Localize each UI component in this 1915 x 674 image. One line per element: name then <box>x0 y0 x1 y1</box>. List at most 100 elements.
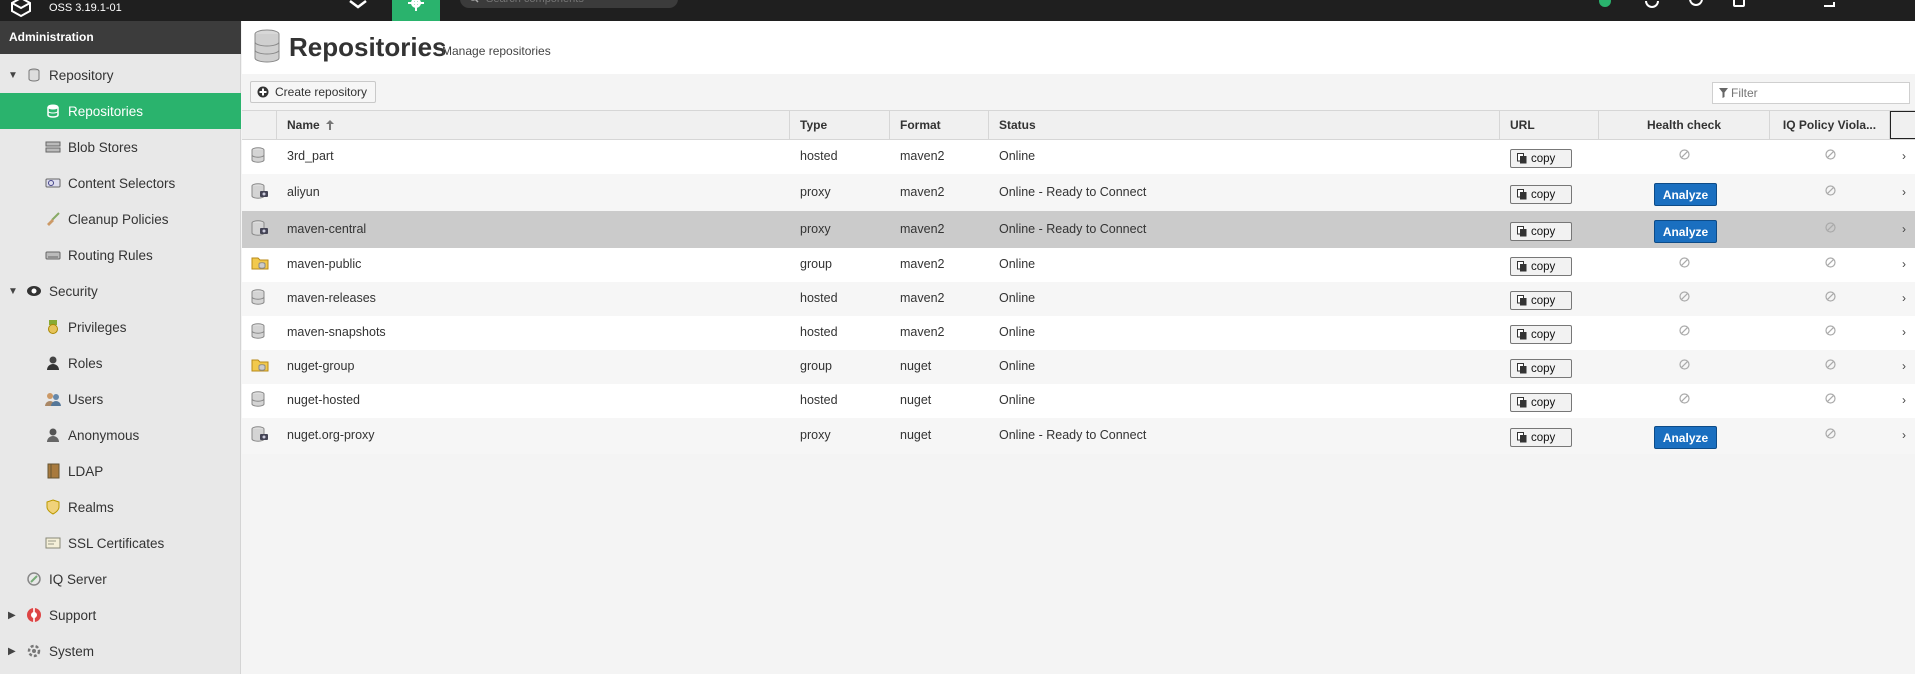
chevron-right-icon[interactable]: › <box>1902 222 1906 236</box>
filter-box[interactable] <box>1712 82 1910 104</box>
sidebar-item-label: Blob Stores <box>68 139 138 155</box>
global-search[interactable] <box>460 0 678 8</box>
header-status[interactable]: Status <box>989 111 1500 140</box>
header-name-label: Name <box>287 118 320 132</box>
users-icon <box>45 391 61 407</box>
table-row[interactable]: maven-releases hosted maven2 Online copy › <box>242 282 1915 316</box>
chevron-right-icon[interactable]: › <box>1902 149 1906 163</box>
copy-icon <box>1517 295 1527 306</box>
copy-url-button[interactable]: copy <box>1510 393 1572 412</box>
caret-down-icon: ▼ <box>8 285 18 297</box>
table-row[interactable]: maven-snapshots hosted maven2 Online copy › <box>242 316 1915 350</box>
header-type[interactable]: Type <box>790 111 890 140</box>
sidebar-group-system[interactable]: ▶ System <box>0 633 241 669</box>
chevron-right-icon[interactable]: › <box>1902 185 1906 199</box>
chevron-right-icon[interactable]: › <box>1902 291 1906 305</box>
header-name[interactable]: Name <box>277 111 790 140</box>
analyze-button[interactable]: Analyze <box>1654 426 1717 449</box>
cell-type: hosted <box>800 325 838 339</box>
nexus-logo-icon[interactable] <box>10 0 32 18</box>
header-health-check[interactable]: Health check <box>1599 111 1770 140</box>
cell-type: proxy <box>800 185 831 199</box>
copy-url-button[interactable]: copy <box>1510 325 1572 344</box>
gear-icon <box>408 0 424 11</box>
sidebar-item-ldap[interactable]: LDAP <box>0 453 241 489</box>
filter-input[interactable] <box>1731 85 1906 101</box>
help-icon[interactable] <box>1688 0 1704 8</box>
sidebar-group-security[interactable]: ▼ Security <box>0 273 241 309</box>
status-ok-icon[interactable] <box>1598 0 1612 8</box>
copy-url-button[interactable]: copy <box>1510 149 1572 168</box>
cog-icon <box>26 643 42 659</box>
cell-name: nuget.org-proxy <box>287 428 375 442</box>
browse-cube-icon[interactable] <box>344 0 372 15</box>
copy-url-button[interactable]: copy <box>1510 428 1572 447</box>
plus-circle-icon <box>257 86 269 98</box>
chevron-right-icon[interactable]: › <box>1902 325 1906 339</box>
cell-format: maven2 <box>900 325 945 339</box>
sidebar-item-roles[interactable]: Roles <box>0 345 241 381</box>
cell-format: nuget <box>900 393 932 407</box>
health-check-unavailable-icon <box>1679 290 1690 305</box>
caret-right-icon: ▶ <box>8 609 16 621</box>
chevron-right-icon[interactable]: › <box>1902 393 1906 407</box>
sidebar-item-label: SSL Certificates <box>68 535 165 551</box>
analyze-button[interactable]: Analyze <box>1654 183 1717 206</box>
certificate-icon <box>45 535 61 551</box>
sidebar-item-realms[interactable]: Realms <box>0 489 241 525</box>
copy-url-button[interactable]: copy <box>1510 291 1572 310</box>
copy-url-button[interactable]: copy <box>1510 359 1572 378</box>
sidebar-group-repository[interactable]: ▼ Repository <box>0 57 241 93</box>
user-icon[interactable] <box>1732 0 1746 8</box>
table-row[interactable]: maven-central proxy maven2 Online - Ready t… <box>242 211 1915 248</box>
table-row[interactable]: nuget-hosted hosted nuget Online copy › <box>242 384 1915 418</box>
sidebar-group-support[interactable]: ▶ Support <box>0 597 241 633</box>
cell-name: maven-releases <box>287 291 376 305</box>
refresh-icon[interactable] <box>1644 0 1660 8</box>
sidebar-item-routing-rules[interactable]: Routing Rules <box>0 237 241 273</box>
create-repository-label: Create repository <box>275 85 368 99</box>
header-column-menu[interactable] <box>1890 111 1915 139</box>
filter-icon <box>1719 88 1728 98</box>
copy-icon <box>1517 153 1527 164</box>
table-row[interactable]: 3rd_part hosted maven2 Online copy › <box>242 140 1915 174</box>
admin-gear-tab[interactable] <box>392 0 440 21</box>
table-row[interactable]: nuget-group group nuget Online copy › <box>242 350 1915 384</box>
search-input[interactable] <box>486 0 671 6</box>
sidebar-item-ssl-certificates[interactable]: SSL Certificates <box>0 525 241 561</box>
sidebar-item-blob-stores[interactable]: Blob Stores <box>0 129 241 165</box>
health-check-unavailable-icon <box>1679 324 1690 339</box>
chevron-right-icon[interactable]: › <box>1902 359 1906 373</box>
cell-type: hosted <box>800 291 838 305</box>
copy-url-button[interactable]: copy <box>1510 257 1572 276</box>
medal-icon <box>45 319 61 335</box>
sidebar-item-privileges[interactable]: Privileges <box>0 309 241 345</box>
copy-label: copy <box>1531 152 1556 165</box>
header-format[interactable]: Format <box>890 111 989 140</box>
sign-out-icon[interactable] <box>1822 0 1836 8</box>
repository-hosted-icon <box>251 391 265 410</box>
chevron-right-icon[interactable]: › <box>1902 257 1906 271</box>
header-url[interactable]: URL <box>1500 111 1599 140</box>
sidebar-item-content-selectors[interactable]: Content Selectors <box>0 165 241 201</box>
sidebar-item-users[interactable]: Users <box>0 381 241 417</box>
chevron-right-icon[interactable]: › <box>1902 428 1906 442</box>
analyze-button[interactable]: Analyze <box>1654 220 1717 243</box>
sidebar-item-repositories[interactable]: Repositories <box>0 93 241 129</box>
caret-right-icon: ▶ <box>8 645 16 657</box>
iq-policy-unavailable-icon <box>1825 290 1836 305</box>
cell-name: maven-snapshots <box>287 325 386 339</box>
table-row[interactable]: aliyun proxy maven2 Online - Ready to Conne… <box>242 174 1915 211</box>
create-repository-button[interactable]: Create repository <box>250 81 377 103</box>
sidebar-item-cleanup-policies[interactable]: Cleanup Policies <box>0 201 241 237</box>
copy-url-button[interactable]: copy <box>1510 222 1572 241</box>
table-row[interactable]: maven-public group maven2 Online copy › <box>242 248 1915 282</box>
sidebar-group-iq-server[interactable]: IQ Server <box>0 561 241 597</box>
copy-icon <box>1517 363 1527 374</box>
database-icon <box>26 67 42 83</box>
copy-url-button[interactable]: copy <box>1510 185 1572 204</box>
header-iq-policy-violations[interactable]: IQ Policy Viola... <box>1770 111 1890 140</box>
copy-label: copy <box>1531 294 1556 307</box>
table-row[interactable]: nuget.org-proxy proxy nuget Online - Ready … <box>242 418 1915 454</box>
sidebar-item-anonymous[interactable]: Anonymous <box>0 417 241 453</box>
